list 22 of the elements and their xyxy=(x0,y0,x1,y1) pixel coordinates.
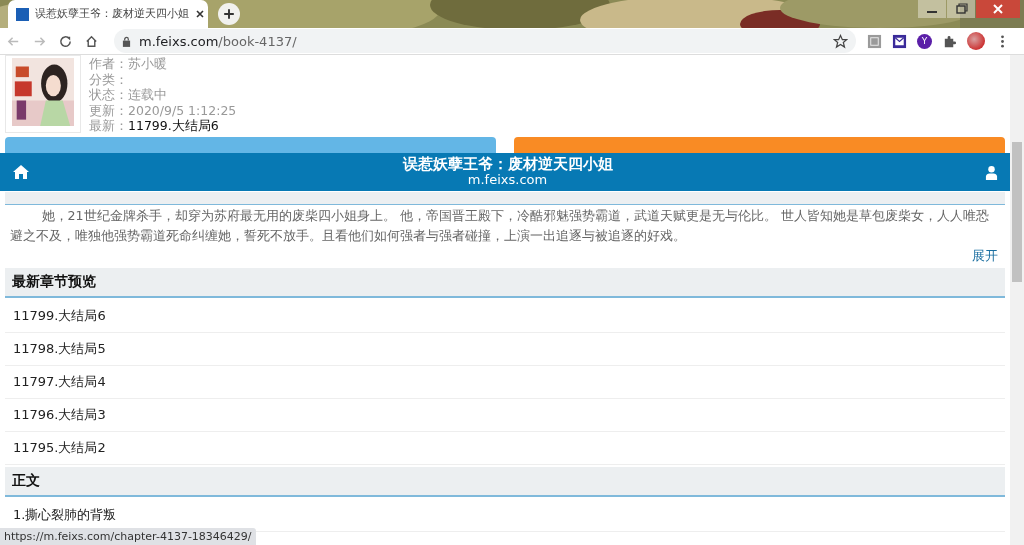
site-title: 误惹妖孽王爷：废材逆天四小姐 xyxy=(402,156,613,172)
chapter-link[interactable]: 11799.大结局6 xyxy=(5,300,1005,333)
book-synopsis: 她，21世纪金牌杀手，却穿为苏府最无用的废柴四小姐身上。 他，帝国晋王殿下，冷酷邪魅强势霸道，武道天赋更是无与伦比。 世人皆知她是草包废柴女，人人唯恐避之不及，唯独他强势霸道死命纠缠她，誓死不放手。且看他们如何强者与强者碰撞，上演一出追逐与被追逐的好戏。 xyxy=(10,207,990,245)
chapter-link[interactable]: 11798.大结局5 xyxy=(5,333,1005,366)
browser-tab[interactable]: 误惹妖孽王爷：废材逆天四小姐 xyxy=(8,0,208,28)
chapter-link[interactable]: 11795.大结局2 xyxy=(5,432,1005,465)
extension-button[interactable]: Y xyxy=(917,33,932,49)
book-info-line: 最新：11799.大结局6 xyxy=(89,118,220,134)
book-info-line: 作者：苏小暖 xyxy=(89,56,168,72)
section-heading: 最新章节预览 xyxy=(5,268,1005,298)
url-text: m.feixs.com/book-4137/ xyxy=(139,33,298,49)
book-info-line: 更新：2020/9/5 1:12:25 xyxy=(89,102,237,119)
address-bar[interactable]: m.feixs.com/book-4137/ xyxy=(114,29,856,53)
expand-link[interactable]: 展开 xyxy=(972,247,998,265)
status-url: https://m.feixs.com/chapter-4137-18346429/ xyxy=(0,528,256,545)
site-domain: m.feixs.com xyxy=(467,172,548,188)
chapter-link[interactable]: 11796.大结局3 xyxy=(5,399,1005,432)
tab-title: 误惹妖孽王爷：废材逆天四小姐 xyxy=(35,7,189,21)
chapter-link[interactable]: 11797.大结局4 xyxy=(5,366,1005,399)
book-info-line: 状态：连载中 xyxy=(89,87,168,103)
book-info-line: 分类： xyxy=(89,71,129,88)
section-heading: 正文 xyxy=(5,467,1005,497)
